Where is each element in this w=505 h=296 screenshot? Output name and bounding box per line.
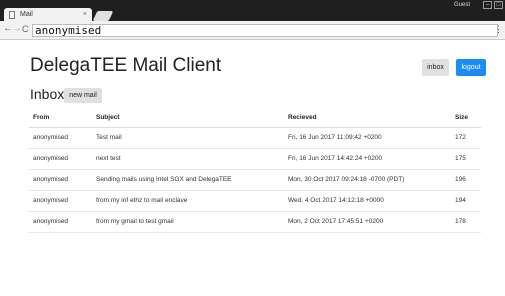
mail-received: Fri, 16 Jun 2017 11:09:42 +0200 [288, 127, 455, 149]
mail-received: Mon, 2 Oct 2017 17:45:51 +0200 [288, 211, 455, 233]
logout-button[interactable]: logout [456, 59, 486, 76]
column-header-subject: Subject [96, 109, 288, 128]
column-header-from: From [29, 109, 96, 128]
mail-from: anonymised [29, 169, 96, 191]
browser-titlebar: Mail × Guest – □ [0, 0, 505, 22]
inbox-button[interactable]: inbox [422, 59, 449, 76]
mail-size: 196 [455, 169, 481, 191]
minimize-icon[interactable]: – [483, 1, 492, 9]
new-tab-button[interactable] [92, 11, 114, 21]
inbox-heading: Inbox [30, 86, 65, 102]
address-bar[interactable]: anonymised [32, 24, 498, 37]
forward-arrow-icon[interactable]: → [12, 23, 22, 34]
mail-subject[interactable]: from my gmail to test gmail [96, 211, 288, 233]
mail-size: 175 [455, 148, 481, 170]
mail-table: From Subject Recieved Size anonymised Te… [29, 109, 481, 233]
mail-subject[interactable]: Test mail [96, 127, 288, 149]
mail-size: 178 [455, 211, 481, 233]
table-header-row: From Subject Recieved Size [29, 109, 481, 128]
reload-icon[interactable]: C [22, 24, 29, 34]
mail-from: anonymised [29, 190, 96, 212]
tab-close-icon[interactable]: × [83, 8, 87, 22]
mail-from: anonymised [29, 148, 96, 170]
mail-received: Wed, 4 Oct 2017 14:12:18 +0000 [288, 190, 455, 212]
mail-received: Mon, 30 Oct 2017 09:24:18 -0700 (PDT) [288, 169, 455, 191]
mail-size: 194 [455, 190, 481, 212]
browser-toolbar: ← → C anonymised ⋮ [0, 21, 505, 40]
table-row[interactable]: anonymised Sending mails using Intel SGX… [29, 169, 481, 191]
column-header-size: Size [455, 109, 481, 128]
menu-icon[interactable]: ⋮ [494, 24, 503, 35]
table-row[interactable]: anonymised Test mail Fri, 16 Jun 2017 11… [29, 127, 481, 149]
page-icon [9, 11, 15, 19]
page-title: DelegaTEE Mail Client [30, 55, 222, 76]
mail-subject[interactable]: Sending mails using Intel SGX and Delega… [96, 169, 288, 191]
browser-tab[interactable]: Mail × [4, 8, 92, 22]
mail-subject[interactable]: next test [96, 148, 288, 170]
table-row[interactable]: anonymised next test Fri, 16 Jun 2017 14… [29, 148, 481, 170]
table-row[interactable]: anonymised from my gmail to test gmail M… [29, 211, 481, 233]
mail-from: anonymised [29, 127, 96, 149]
column-header-received: Recieved [288, 109, 455, 128]
guest-profile-label[interactable]: Guest [454, 2, 470, 8]
mail-received: Fri, 16 Jun 2017 14:42:24 +0200 [288, 148, 455, 170]
tab-title: Mail [20, 11, 33, 18]
mail-from: anonymised [29, 211, 96, 233]
window-controls: – □ [483, 1, 503, 9]
mail-subject[interactable]: from my inf ethz to mail enclave [96, 190, 288, 212]
maximize-icon[interactable]: □ [494, 1, 503, 9]
table-row[interactable]: anonymised from my inf ethz to mail encl… [29, 190, 481, 212]
mail-size: 172 [455, 127, 481, 149]
new-mail-button[interactable]: new mail [64, 88, 102, 103]
